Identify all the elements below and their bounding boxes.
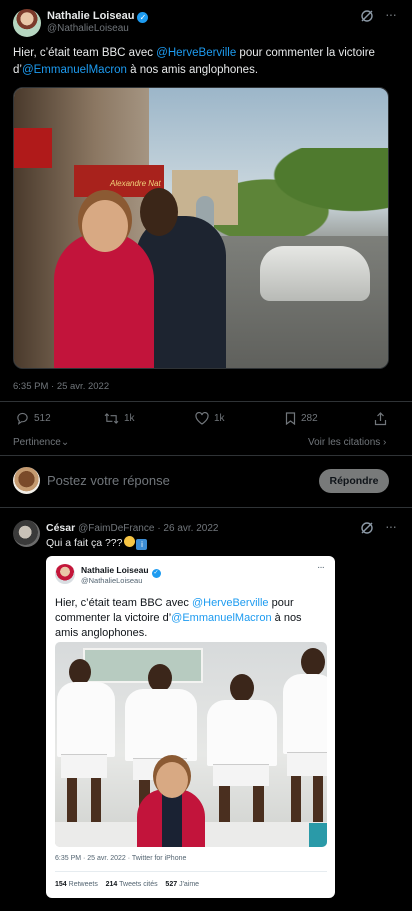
embedded-author-avatar xyxy=(55,564,75,584)
more-icon: ··· xyxy=(317,562,325,573)
more-icon[interactable]: ··· xyxy=(385,6,397,22)
astonished-emoji-icon xyxy=(124,536,136,547)
embedded-author-handle: @NathalieLoiseau xyxy=(81,576,143,585)
photo-person-head xyxy=(148,664,172,692)
reply-author-avatar[interactable] xyxy=(13,520,40,547)
reply-author-handle[interactable]: @FaimDeFrance xyxy=(78,523,154,534)
photo-person-shorts xyxy=(287,752,327,776)
chevron-down-icon: ⌄ xyxy=(60,437,70,448)
embedded-photo xyxy=(55,642,327,847)
embedded-tweet-image[interactable]: Nathalie Loiseau ✓ @NathalieLoiseau ··· H… xyxy=(46,556,335,898)
photo-woman-top xyxy=(162,792,182,847)
photo-person xyxy=(125,689,197,761)
photo-woman xyxy=(54,232,154,368)
tweet-photo[interactable]: Alexandre Nat xyxy=(13,87,389,369)
reply-author-line: César @FaimDeFrance · 26 avr. 2022 xyxy=(46,522,218,534)
photo-man-head xyxy=(140,188,178,236)
share-icon xyxy=(374,412,387,426)
tweet-text: Hier, c’était team BBC avec @HerveBervil… xyxy=(13,47,375,76)
verified-badge-icon: ✓ xyxy=(137,12,149,23)
photo-person-leg xyxy=(313,776,323,822)
divider xyxy=(0,507,412,508)
tweet-timestamp[interactable]: 6:35 PM · 25 avr. 2022 xyxy=(13,381,109,392)
reply-icon xyxy=(17,412,28,425)
reply-author-name[interactable]: César xyxy=(46,522,75,534)
photo-window xyxy=(83,648,203,683)
bookmark-action[interactable]: 282 xyxy=(285,412,318,425)
verified-badge-icon: ✓ xyxy=(151,569,161,578)
retweet-icon xyxy=(104,413,119,424)
photo-person-shorts xyxy=(213,764,269,786)
mention-emmanuel-macron[interactable]: @EmmanuelMacron xyxy=(22,64,127,76)
embedded-tweet-text: Hier, c’était team BBC avec @HerveBervil… xyxy=(55,597,302,639)
photo-person-shorts xyxy=(61,754,107,778)
photo-person xyxy=(207,700,277,766)
author-block[interactable]: Nathalie Loiseau ✓ @NathalieLoiseau xyxy=(47,10,149,34)
photo-person-head xyxy=(230,674,254,702)
retweet-action[interactable]: 1k xyxy=(104,412,135,425)
bookmark-icon xyxy=(285,412,296,425)
chevron-right-icon: › xyxy=(383,437,387,448)
photo-person-leg xyxy=(219,786,230,822)
photo-woman-head xyxy=(156,762,188,798)
photo-person xyxy=(57,682,115,757)
photo-awning xyxy=(14,128,52,168)
divider xyxy=(0,401,412,402)
reply-input[interactable]: Postez votre réponse xyxy=(47,473,170,488)
reply-date[interactable]: · 26 avr. 2022 xyxy=(157,523,218,534)
grok-icon[interactable] xyxy=(360,521,374,535)
photo-person-leg xyxy=(67,778,77,822)
embedded-stats: 154 Retweets 214 Tweets cités 527 J'aime xyxy=(55,881,200,888)
photo-teal-object xyxy=(309,823,327,847)
photo-trees xyxy=(214,148,388,238)
author-avatar[interactable] xyxy=(13,9,41,37)
reply-text: Qui a fait ça ??? i xyxy=(46,536,148,550)
author-name[interactable]: Nathalie Loiseau ✓ xyxy=(47,10,149,23)
divider xyxy=(55,871,327,872)
photo-cafe-sign: Alexandre Nat xyxy=(110,179,161,188)
photo-person-leg xyxy=(91,778,101,822)
view-quotes-link[interactable]: Voir les citations › xyxy=(308,437,386,448)
embedded-timestamp: 6:35 PM · 25 avr. 2022 · Twitter for iPh… xyxy=(55,855,187,862)
current-user-avatar[interactable] xyxy=(13,467,40,494)
sort-dropdown[interactable]: Pertinence⌄ xyxy=(13,437,69,448)
like-action[interactable]: 1k xyxy=(195,412,225,425)
author-handle[interactable]: @NathalieLoiseau xyxy=(47,23,148,34)
share-action[interactable] xyxy=(374,412,387,426)
photo-person xyxy=(283,674,327,754)
photo-woman-head xyxy=(82,200,128,252)
photo-car xyxy=(260,246,370,301)
photo-person-leg xyxy=(253,786,264,822)
more-icon[interactable]: ··· xyxy=(385,518,397,534)
heart-icon xyxy=(195,412,209,425)
grok-icon[interactable] xyxy=(360,9,374,23)
info-emoji-icon: i xyxy=(136,539,148,550)
reply-button[interactable]: Répondre xyxy=(319,469,389,493)
mention-herve-berville[interactable]: @HerveBerville xyxy=(156,47,236,59)
photo-person-leg xyxy=(291,776,301,822)
photo-person-head xyxy=(301,648,325,676)
divider xyxy=(0,455,412,456)
reply-action[interactable]: 512 xyxy=(16,412,51,425)
